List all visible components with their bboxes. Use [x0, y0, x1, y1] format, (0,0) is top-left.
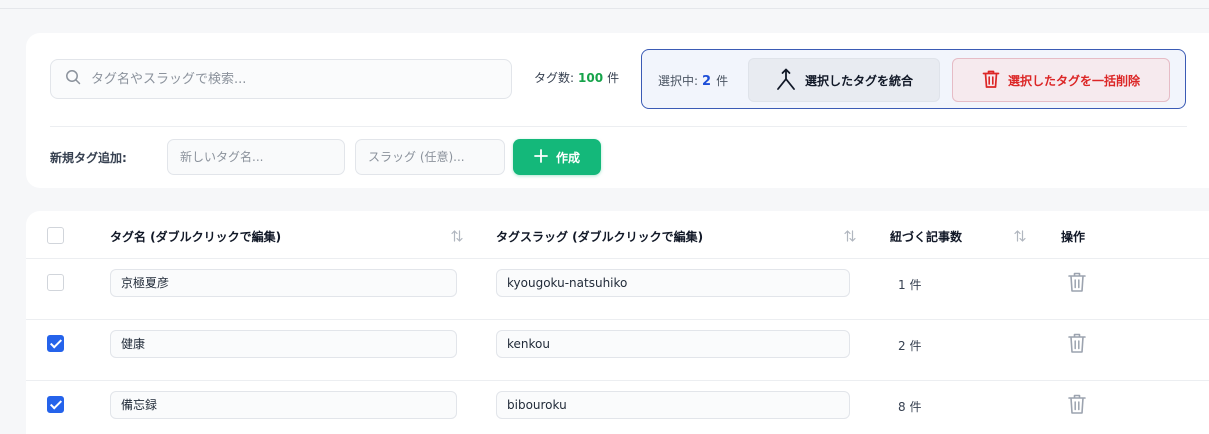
search-box[interactable]: [50, 59, 512, 99]
article-count: 2 件: [898, 339, 922, 353]
selection-count: 選択中: 2 件: [658, 74, 729, 89]
new-tag-label: 新規タグ追加:: [50, 151, 127, 165]
table-row: 京極夏彦 kyougoku-natsuhiko 1 件: [26, 259, 1209, 320]
article-count: 1 件: [898, 278, 922, 292]
row-checkbox[interactable]: [47, 396, 64, 413]
tag-count: タグ数: 100 件: [534, 71, 620, 85]
trash-icon: [982, 69, 1000, 92]
selection-count-value: 2: [702, 74, 712, 89]
tag-name-field[interactable]: 京極夏彦: [110, 269, 457, 297]
new-tag-slug-input[interactable]: [355, 139, 505, 175]
toolbar-card: タグ数: 100 件 選択中: 2 件 選択したタグを統合: [26, 33, 1209, 188]
header-tag-slug: タグスラッグ (ダブルクリックで編集): [496, 230, 704, 244]
row-checkbox[interactable]: [47, 274, 64, 291]
row-checkbox[interactable]: [47, 335, 64, 352]
toolbar-divider: [50, 126, 1187, 127]
header-actions: 操作: [1061, 230, 1086, 244]
tag-slug-field[interactable]: bibouroku: [496, 391, 850, 419]
header-tag-name: タグ名 (ダブルクリックで編集): [110, 230, 282, 244]
table-header: タグ名 (ダブルクリックで編集) タグスラッグ (ダブルクリックで編集) 紐づく…: [26, 211, 1209, 259]
trash-icon[interactable]: [1068, 393, 1086, 419]
create-tag-button[interactable]: 作成: [513, 139, 601, 175]
select-all-checkbox[interactable]: [47, 227, 64, 244]
top-divider: [0, 8, 1209, 9]
new-tag-name-input[interactable]: [167, 139, 345, 175]
bulk-delete-button[interactable]: 選択したタグを一括削除: [952, 58, 1170, 102]
trash-icon[interactable]: [1068, 332, 1086, 358]
tag-name-field[interactable]: 健康: [110, 330, 457, 358]
plus-icon: [534, 148, 548, 166]
search-input[interactable]: [91, 71, 511, 87]
tag-count-value: 100: [578, 71, 604, 85]
tags-table: タグ名 (ダブルクリックで編集) タグスラッグ (ダブルクリックで編集) 紐づく…: [26, 211, 1209, 434]
trash-icon[interactable]: [1068, 271, 1086, 297]
merge-selected-button[interactable]: 選択したタグを統合: [748, 58, 940, 102]
sort-icon[interactable]: [844, 228, 856, 247]
search-icon: [65, 69, 81, 89]
article-count: 8 件: [898, 400, 922, 414]
selection-panel: 選択中: 2 件 選択したタグを統合 選択したタグを一括削除: [641, 49, 1186, 109]
table-row: 健康 kenkou 2 件: [26, 320, 1209, 381]
merge-icon: [775, 67, 797, 94]
sort-icon[interactable]: [1014, 228, 1026, 247]
table-row: 備忘録 bibouroku 8 件: [26, 381, 1209, 434]
tag-slug-field[interactable]: kenkou: [496, 330, 850, 358]
sort-icon[interactable]: [451, 228, 463, 247]
tag-slug-field[interactable]: kyougoku-natsuhiko: [496, 269, 850, 297]
tag-name-field[interactable]: 備忘録: [110, 391, 457, 419]
header-article-count: 紐づく記事数: [890, 230, 963, 244]
